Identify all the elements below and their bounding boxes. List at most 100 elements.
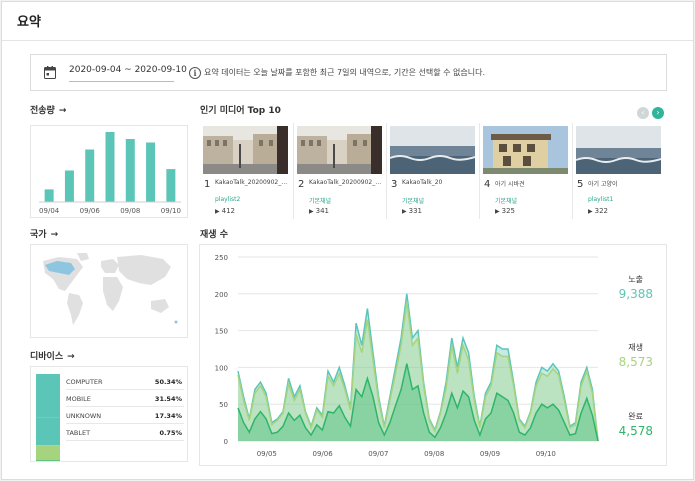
stat-complete-label: 완료 bbox=[628, 412, 643, 421]
device-percent: 50.34% bbox=[154, 378, 182, 386]
device-segment bbox=[36, 460, 60, 461]
x-tick-label: 09/04 bbox=[39, 207, 60, 215]
x-tick-label: 09/09 bbox=[480, 450, 500, 458]
play-icon: ▶ bbox=[215, 208, 220, 215]
media-playlist[interactable]: playlist2 bbox=[215, 196, 240, 203]
map-greenland bbox=[77, 253, 89, 261]
media-playlist[interactable]: 기본채널 bbox=[402, 196, 424, 205]
transfer-bar bbox=[166, 169, 176, 202]
media-rank: 3 bbox=[391, 179, 398, 190]
play-icon: ▶ bbox=[309, 208, 314, 215]
info-icon: i bbox=[189, 67, 201, 79]
device-card: COMPUTER 50.34% MOBILE 31.54% UNKNOWN 17.34… bbox=[30, 366, 188, 462]
media-item[interactable]: 2 KakaoTalk_20200902_1... 기본채널 ▶ 341 bbox=[293, 123, 386, 219]
play-icon: ▶ bbox=[588, 208, 593, 215]
section-device-title: 디바이스 bbox=[30, 352, 64, 362]
y-tick-label: 150 bbox=[215, 328, 228, 336]
transfer-bar-chart: 09/04 09/06 09/08 09/10 bbox=[39, 132, 181, 215]
media-item[interactable]: 3 KakaoTalk_20 기본채널 ▶ 331 bbox=[386, 123, 479, 219]
device-name: TABLET bbox=[66, 429, 91, 437]
media-prev-button[interactable]: ‹ bbox=[637, 107, 649, 119]
device-percent: 17.34% bbox=[154, 412, 182, 420]
media-playlist[interactable]: 기본채널 bbox=[309, 196, 331, 205]
media-playlist[interactable]: 기본채널 bbox=[495, 196, 517, 205]
device-name: COMPUTER bbox=[66, 378, 103, 386]
media-name[interactable]: KakaoTalk_20 bbox=[402, 179, 476, 186]
calendar-icon[interactable] bbox=[44, 66, 56, 79]
map-asia bbox=[117, 255, 171, 285]
transfer-bar bbox=[85, 149, 95, 202]
sea-image bbox=[576, 126, 661, 174]
media-play-count: ▶ 341 bbox=[309, 207, 329, 215]
media-thumbnail[interactable] bbox=[390, 126, 475, 174]
media-rank: 5 bbox=[577, 179, 584, 190]
device-name: UNKNOWN bbox=[66, 412, 102, 420]
section-country-link[interactable]: 국가 → bbox=[30, 227, 58, 240]
x-tick-label: 09/05 bbox=[257, 450, 277, 458]
device-percent: 0.75% bbox=[159, 429, 182, 437]
media-item[interactable]: 4 아기 시바견 기본채널 ▶ 325 bbox=[479, 123, 572, 219]
media-thumbnail[interactable] bbox=[483, 126, 568, 174]
device-segment bbox=[36, 374, 60, 418]
transfer-bar bbox=[44, 189, 54, 202]
media-rank: 4 bbox=[484, 179, 491, 190]
country-map-card bbox=[30, 244, 188, 338]
date-range-value[interactable]: 2020-09-04 ~ 2020-09-10 bbox=[69, 65, 187, 75]
x-tick-label: 09/08 bbox=[424, 450, 444, 458]
media-name[interactable]: 아기 시바견 bbox=[495, 179, 569, 188]
media-playlist[interactable]: playlist1 bbox=[588, 196, 613, 203]
transfer-bar bbox=[105, 132, 115, 202]
stat-play-value: 8,573 bbox=[618, 355, 653, 369]
date-notice: 요약 데이터는 오늘 날짜를 포함한 최근 7일의 내역으로, 기간은 선택할 … bbox=[204, 68, 486, 77]
section-plays-title: 재생 수 bbox=[200, 230, 228, 240]
page-title: 요약 bbox=[17, 15, 41, 30]
y-tick-label: 50 bbox=[219, 401, 228, 409]
device-stacked-bar bbox=[36, 374, 60, 461]
media-item[interactable]: 1 KakaoTalk_20200902_1... playlist2 ▶ 412 bbox=[200, 123, 293, 219]
date-filter-bar: 2020-09-04 ~ 2020-09-10 i 요약 데이터는 오늘 날짜를… bbox=[30, 54, 667, 91]
arrow-right-icon: → bbox=[67, 352, 75, 362]
transfer-bar bbox=[64, 170, 74, 202]
plays-chart-card: 0 50 100 150 200 250 09/05 09/06 09/07 09/08 09/09… bbox=[199, 244, 667, 466]
device-segment bbox=[36, 445, 60, 461]
plays-area-chart: 0 50 100 150 200 250 09/05 09/06 09/07 09/08 09/09… bbox=[215, 254, 599, 458]
media-item[interactable]: 5 아기 고양이 playlist1 ▶ 322 bbox=[572, 123, 665, 219]
media-thumbnail[interactable] bbox=[297, 126, 382, 174]
media-thumbnail[interactable] bbox=[203, 126, 288, 174]
x-tick-label: 09/10 bbox=[536, 450, 556, 458]
media-play-count: ▶ 322 bbox=[588, 207, 608, 215]
summary-page: 요약 2020-09-04 ~ 2020-09-10 i 요약 데이터는 오늘 … bbox=[1, 1, 694, 480]
media-next-button[interactable]: › bbox=[652, 107, 664, 119]
x-tick-label: 09/10 bbox=[161, 207, 181, 215]
section-transfer-link[interactable]: 전송량 → bbox=[30, 103, 66, 116]
section-device-link[interactable]: 디바이스 → bbox=[30, 349, 75, 362]
stat-complete-value: 4,578 bbox=[618, 424, 653, 438]
date-range-underline bbox=[69, 81, 174, 82]
map-africa bbox=[103, 277, 123, 311]
section-top-media-title: 인기 미디어 Top 10 bbox=[200, 106, 281, 116]
title-divider bbox=[2, 40, 693, 41]
street-image bbox=[297, 126, 382, 174]
media-thumbnail[interactable] bbox=[576, 126, 661, 174]
map-marker bbox=[174, 320, 178, 324]
transfer-chart-card: 09/04 09/06 09/08 09/10 bbox=[30, 125, 188, 218]
map-europe bbox=[101, 259, 119, 273]
device-row: UNKNOWN 17.34% bbox=[66, 407, 184, 424]
map-south-america bbox=[67, 293, 83, 325]
stat-play-label: 재생 bbox=[628, 343, 643, 352]
stat-exposure-value: 9,388 bbox=[618, 287, 653, 301]
media-name[interactable]: KakaoTalk_20200902_1... bbox=[215, 179, 289, 186]
media-name[interactable]: 아기 고양이 bbox=[588, 179, 662, 188]
media-play-count: ▶ 412 bbox=[215, 207, 235, 215]
y-tick-label: 100 bbox=[215, 364, 228, 372]
media-rank: 1 bbox=[204, 179, 211, 190]
section-country-title: 국가 bbox=[30, 230, 47, 240]
arrow-right-icon: → bbox=[58, 106, 67, 116]
y-tick-label: 250 bbox=[215, 254, 228, 262]
world-map[interactable] bbox=[31, 245, 187, 337]
media-rank: 2 bbox=[298, 179, 305, 190]
device-segment bbox=[36, 417, 60, 446]
section-transfer-title: 전송량 bbox=[30, 106, 55, 116]
y-tick-label: 0 bbox=[224, 438, 228, 446]
media-name[interactable]: KakaoTalk_20200902_1... bbox=[309, 179, 383, 186]
